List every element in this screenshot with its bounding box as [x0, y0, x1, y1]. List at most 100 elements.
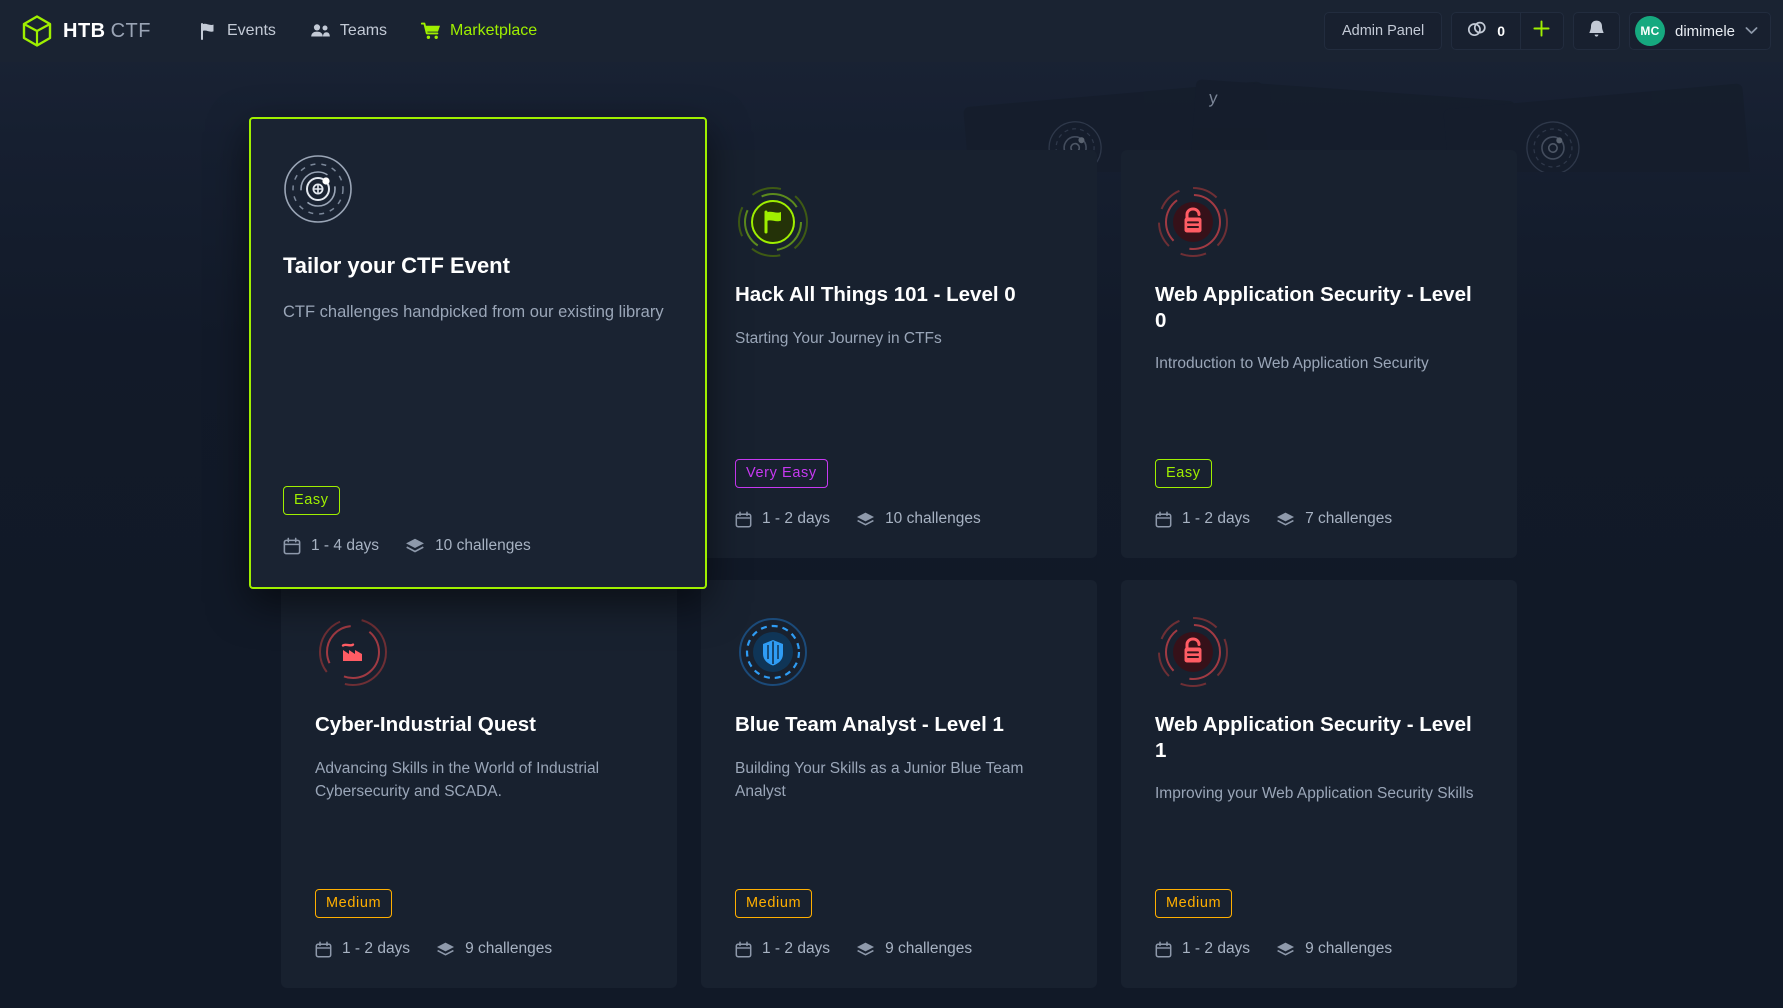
duration-label: 1 - 2 days — [762, 510, 830, 528]
challenges-label: 10 challenges — [435, 537, 531, 555]
duration-meta: 1 - 2 days — [735, 510, 830, 528]
pack-card[interactable]: Cyber-Industrial Quest Advancing Skills … — [281, 580, 677, 988]
layers-icon — [436, 941, 455, 958]
main-nav: Events Teams — [199, 22, 537, 40]
layers-icon — [856, 941, 875, 958]
difficulty-badge: Easy — [283, 486, 340, 515]
header-actions: Admin Panel 0 — [1324, 12, 1771, 50]
nav-item-events[interactable]: Events — [199, 22, 276, 40]
challenges-meta: 9 challenges — [436, 940, 552, 958]
pack-title: Tailor your CTF Event — [283, 252, 673, 280]
pack-footer: Easy 1 - 4 days — [283, 486, 673, 555]
challenges-meta: 9 challenges — [1276, 940, 1392, 958]
duration-meta: 1 - 2 days — [1155, 940, 1250, 958]
difficulty-badge: Medium — [315, 889, 392, 918]
pack-description: Advancing Skills in the World of Industr… — [315, 757, 643, 804]
brand-secondary: CTF — [111, 20, 151, 42]
flag-icon — [199, 22, 218, 40]
tailor-your-ctf-event-card[interactable]: Tailor your CTF Event CTF challenges han… — [249, 117, 707, 589]
pack-title: Web Application Security - Level 0 — [1155, 282, 1483, 333]
pack-description: Building Your Skills as a Junior Blue Te… — [735, 757, 1063, 804]
pack-card[interactable]: Blue Team Analyst - Level 1 Building You… — [701, 580, 1097, 988]
duration-meta: 1 - 4 days — [283, 537, 379, 555]
pack-description: Starting Your Journey in CTFs — [735, 327, 1063, 351]
pack-footer: Medium 1 - 2 days — [315, 889, 643, 958]
pack-description: Introduction to Web Application Security — [1155, 352, 1483, 376]
shield-ring-icon — [735, 614, 1063, 700]
challenges-label: 7 challenges — [1305, 510, 1392, 528]
layers-icon — [405, 537, 425, 555]
lock-ring-icon — [1155, 184, 1483, 270]
challenges-meta: 9 challenges — [856, 940, 972, 958]
marketplace-page: HTBCTF Events — [0, 0, 1783, 1008]
pack-meta: 1 - 2 days 10 challenges — [735, 510, 1063, 528]
challenges-meta: 10 challenges — [405, 537, 531, 555]
coin-balance-button[interactable]: 0 — [1452, 13, 1520, 49]
user-menu-button[interactable]: MC dimimele — [1629, 12, 1771, 50]
pack-footer: Medium 1 - 2 days — [735, 889, 1063, 958]
calendar-icon — [1155, 511, 1172, 528]
duration-label: 1 - 2 days — [342, 940, 410, 958]
challenges-meta: 10 challenges — [856, 510, 981, 528]
difficulty-badge: Easy — [1155, 459, 1212, 488]
pack-footer: Medium 1 - 2 days — [1155, 889, 1483, 958]
nav-label-events: Events — [227, 22, 276, 40]
pack-footer: Very Easy 1 - 2 days — [735, 459, 1063, 528]
calendar-icon — [735, 941, 752, 958]
challenges-label: 10 challenges — [885, 510, 981, 528]
coins-group: 0 — [1451, 12, 1564, 50]
layers-icon — [1276, 511, 1295, 528]
challenges-label: 9 challenges — [465, 940, 552, 958]
duration-meta: 1 - 2 days — [1155, 510, 1250, 528]
chevron-down-icon — [1745, 22, 1758, 40]
pack-card[interactable]: Web Application Security - Level 1 Impro… — [1121, 580, 1517, 988]
brand-text: HTBCTF — [63, 20, 151, 43]
coins-icon — [1467, 20, 1488, 43]
target-orbit-icon — [1523, 118, 1584, 172]
pack-description: Improving your Web Application Security … — [1155, 782, 1483, 806]
pack-meta: 1 - 2 days 9 challenges — [735, 940, 1063, 958]
brand-logo-link[interactable]: HTBCTF — [22, 15, 151, 47]
layers-icon — [856, 511, 875, 528]
background-card-label: y — [1208, 88, 1218, 109]
pack-card[interactable]: Hack All Things 101 - Level 0 Starting Y… — [701, 150, 1097, 558]
brand-primary: HTB — [63, 20, 106, 42]
nav-item-teams[interactable]: Teams — [310, 22, 387, 40]
admin-panel-button[interactable]: Admin Panel — [1324, 12, 1442, 50]
duration-meta: 1 - 2 days — [315, 940, 410, 958]
pack-title: Cyber-Industrial Quest — [315, 712, 643, 738]
pack-title: Blue Team Analyst - Level 1 — [735, 712, 1063, 738]
htb-cube-logo-icon — [22, 15, 52, 47]
top-navigation-bar: HTBCTF Events — [0, 0, 1783, 62]
plus-icon — [1533, 20, 1550, 42]
duration-label: 1 - 4 days — [311, 537, 379, 555]
pack-title: Hack All Things 101 - Level 0 — [735, 282, 1063, 308]
avatar: MC — [1635, 16, 1665, 46]
difficulty-badge: Medium — [735, 889, 812, 918]
difficulty-badge: Medium — [1155, 889, 1232, 918]
challenges-label: 9 challenges — [1305, 940, 1392, 958]
lock-ring-icon — [1155, 614, 1483, 700]
calendar-icon — [1155, 941, 1172, 958]
notifications-button[interactable] — [1573, 12, 1620, 50]
calendar-icon — [283, 537, 301, 555]
pack-card[interactable]: Web Application Security - Level 0 Intro… — [1121, 150, 1517, 558]
bell-icon — [1587, 19, 1606, 43]
add-coins-button[interactable] — [1521, 13, 1563, 49]
layers-icon — [1276, 941, 1295, 958]
flag-ring-icon — [735, 184, 1063, 270]
pack-meta: 1 - 2 days 9 challenges — [315, 940, 643, 958]
challenges-meta: 7 challenges — [1276, 510, 1392, 528]
duration-meta: 1 - 2 days — [735, 940, 830, 958]
factory-ring-icon — [315, 614, 643, 700]
pack-meta: 1 - 2 days 7 challenges — [1155, 510, 1483, 528]
pack-description: CTF challenges handpicked from our exist… — [283, 300, 673, 325]
challenges-label: 9 challenges — [885, 940, 972, 958]
username-label: dimimele — [1675, 23, 1735, 40]
nav-item-marketplace[interactable]: Marketplace — [421, 22, 537, 40]
pack-footer: Easy 1 - 2 days — [1155, 459, 1483, 528]
duration-label: 1 - 2 days — [762, 940, 830, 958]
target-orbit-icon — [283, 154, 673, 240]
cart-icon — [421, 22, 441, 40]
calendar-icon — [735, 511, 752, 528]
